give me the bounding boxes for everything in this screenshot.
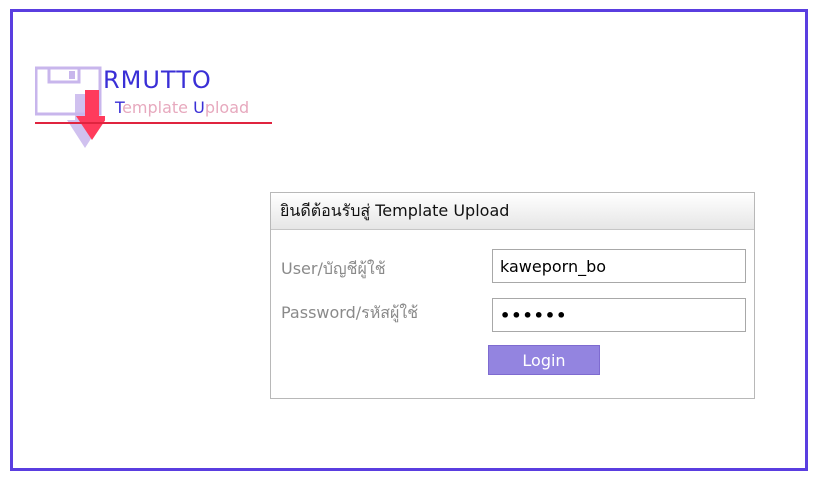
login-header: ยินดีต้อนรับสู่ Template Upload <box>271 193 754 230</box>
password-label: Password/รหัสผู้ใช้ <box>281 303 419 322</box>
logo-subtitle-upload: pload <box>204 98 250 117</box>
floppy-download-icon <box>35 66 105 148</box>
logo-title: RMUTTO <box>103 66 212 94</box>
logo-subtitle-template: emplate <box>122 98 194 117</box>
password-input[interactable] <box>492 298 746 332</box>
user-label: User/บัญชีผู้ใช้ <box>281 259 386 278</box>
logo: RMUTTO Template Upload <box>35 64 285 164</box>
logo-subtitle-u: U <box>193 98 205 117</box>
logo-subtitle-t: T <box>115 98 123 117</box>
logo-underline <box>35 122 272 124</box>
logo-subtitle: Template Upload <box>115 98 249 117</box>
login-button[interactable]: Login <box>488 345 600 375</box>
username-input[interactable] <box>492 249 746 283</box>
page-frame: RMUTTO Template Upload ยินดีต้อนรับสู่ T… <box>10 9 808 471</box>
login-panel: ยินดีต้อนรับสู่ Template Upload User/บัญ… <box>270 192 755 399</box>
